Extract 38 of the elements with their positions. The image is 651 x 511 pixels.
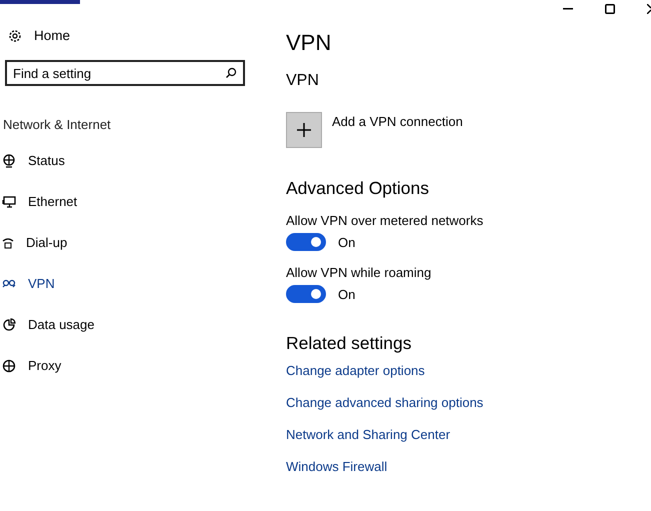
search-icon	[225, 67, 237, 79]
minimize-icon	[563, 8, 573, 10]
window-control-button[interactable]	[645, 2, 651, 16]
search-field[interactable]: Find a setting	[5, 60, 245, 86]
sidebar-item[interactable]: Proxy	[0, 355, 262, 376]
sidebar-item[interactable]: Status	[0, 150, 262, 171]
settings-link[interactable]: Windows Firewall	[286, 459, 388, 474]
monitor-icon	[2, 194, 16, 208]
maximize-icon	[605, 4, 615, 14]
globe-icon	[2, 358, 16, 372]
section-heading: Related settings	[286, 333, 412, 354]
pie-chart-icon	[2, 318, 16, 332]
sidebar-item[interactable]: Dial-up	[0, 232, 262, 253]
settings-link[interactable]: Change adapter options	[286, 363, 425, 378]
section-heading: VPN	[286, 72, 320, 90]
sidebar-item[interactable]: VPN	[0, 273, 262, 294]
window-control-button[interactable]	[603, 2, 617, 16]
close-icon	[647, 4, 651, 14]
toggle-label: Allow VPN while roaming	[286, 265, 432, 280]
toggle-label: Allow VPN over metered networks	[286, 213, 484, 228]
sidebar-item[interactable]: Ethernet	[0, 191, 262, 212]
settings-link[interactable]: Change advanced sharing options	[286, 395, 484, 410]
section-heading: Advanced Options	[286, 178, 430, 199]
phone-icon	[2, 236, 14, 250]
plus-icon	[297, 123, 311, 137]
sidebar-item[interactable]: Data usage	[0, 314, 262, 335]
page-title: VPN	[286, 30, 332, 56]
vpn-icon	[2, 278, 16, 290]
add-vpn-button[interactable]: Add a VPN connection	[286, 112, 463, 148]
toggle-state: On	[338, 234, 356, 250]
settings-icon	[8, 28, 22, 42]
globe-monitor-icon	[2, 154, 16, 168]
settings-link[interactable]: Network and Sharing Center	[286, 427, 450, 442]
toggle-state: On	[338, 286, 356, 302]
toggle-switch[interactable]	[286, 285, 326, 303]
section-label: Network & Internet	[3, 117, 112, 132]
toggle-switch[interactable]	[286, 233, 326, 251]
home-link[interactable]: Home	[8, 28, 70, 43]
